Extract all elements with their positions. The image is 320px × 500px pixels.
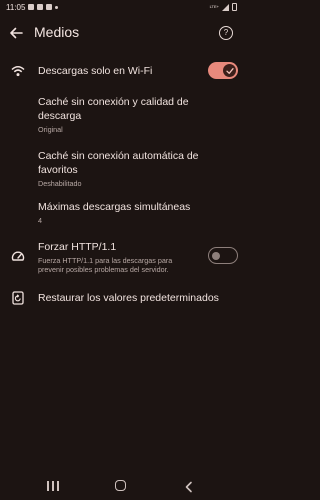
- setting-value: Deshabilitado: [38, 179, 82, 188]
- back-arrow-icon: [10, 27, 23, 39]
- speedometer-icon: [9, 248, 27, 264]
- setting-value: Original: [38, 125, 63, 134]
- setting-value: 4: [38, 216, 42, 225]
- toggle-thumb: [212, 251, 220, 260]
- status-bar: 11:05 LTE+: [0, 0, 243, 14]
- wifi-icon: [9, 63, 27, 79]
- setting-force-http[interactable]: Forzar HTTP/1.1 Fuerza HTTP/1.1 para las…: [0, 236, 243, 276]
- setting-auto-offline-favorites[interactable]: Caché sin conexión automática de favorit…: [0, 145, 243, 191]
- setting-wifi-only[interactable]: Descargas solo en Wi-Fi: [0, 56, 243, 86]
- restore-icon: [9, 290, 27, 306]
- home-button[interactable]: [115, 480, 126, 491]
- setting-title: Forzar HTTP/1.1: [38, 241, 117, 253]
- setting-offline-cache-quality[interactable]: Caché sin conexión y calidad de descarga…: [0, 91, 243, 137]
- wifi-only-toggle[interactable]: [208, 62, 238, 79]
- battery-icon: [232, 3, 237, 11]
- setting-max-downloads[interactable]: Máximas descargas simultáneas 4: [0, 196, 243, 228]
- setting-title: Restaurar los valores predeterminados: [38, 292, 219, 304]
- app-bar: Medios ?: [0, 18, 243, 48]
- setting-title: Caché sin conexión y calidad de descarga: [38, 96, 189, 122]
- toggle-thumb: [223, 64, 236, 77]
- page-title: Medios: [34, 24, 80, 40]
- signal-icon: [222, 3, 229, 11]
- recent-apps-button[interactable]: [47, 481, 59, 491]
- back-button[interactable]: [6, 23, 26, 43]
- setting-description: Fuerza HTTP/1.1 para las descargas para …: [38, 256, 173, 274]
- status-right: LTE+: [210, 3, 237, 11]
- system-nav-bar: [0, 472, 243, 500]
- notification-facebook-icon: [46, 4, 53, 10]
- setting-title: Descargas solo en Wi-Fi: [38, 65, 153, 77]
- status-time: 11:05: [6, 2, 26, 12]
- help-button[interactable]: ?: [219, 26, 233, 40]
- recent-apps-icon-bar: [52, 481, 54, 491]
- recent-apps-icon-bar: [57, 481, 59, 491]
- check-icon: [225, 67, 234, 74]
- notification-facebook-icon: [37, 4, 44, 10]
- network-type-label: LTE+: [209, 4, 219, 9]
- notification-gallery-icon: [28, 4, 35, 10]
- help-icon: ?: [223, 28, 229, 37]
- back-chevron-icon: [185, 481, 192, 493]
- setting-title: Máximas descargas simultáneas: [38, 201, 191, 213]
- status-left: 11:05: [6, 2, 59, 12]
- recent-apps-icon: [47, 481, 49, 491]
- setting-restore-defaults[interactable]: Restaurar los valores predeterminados: [0, 287, 243, 311]
- force-http-toggle[interactable]: [208, 247, 238, 264]
- setting-title: Caché sin conexión automática de favorit…: [38, 150, 199, 176]
- notification-more-icon: [55, 5, 59, 9]
- system-back-button[interactable]: [183, 480, 195, 493]
